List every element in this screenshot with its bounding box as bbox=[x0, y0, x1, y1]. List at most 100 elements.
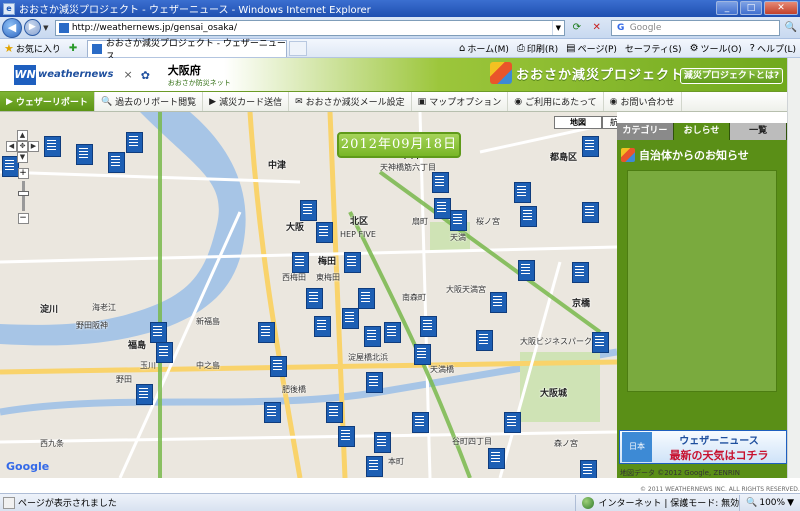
zoom-out-button[interactable]: − bbox=[17, 213, 29, 224]
report-marker[interactable] bbox=[366, 456, 383, 477]
report-marker[interactable] bbox=[108, 152, 125, 173]
url-dropdown-icon[interactable]: ▼ bbox=[551, 20, 564, 35]
nav-mail-settings[interactable]: ✉ おおさか減災メール設定 bbox=[289, 92, 412, 111]
refresh-icon[interactable]: ⟳ bbox=[569, 20, 585, 36]
nav-past-reports[interactable]: 🔍 過去のリポート閲覧 bbox=[95, 92, 204, 111]
report-marker[interactable] bbox=[44, 136, 61, 157]
history-dropdown-icon[interactable]: ▼ bbox=[41, 24, 51, 32]
report-marker[interactable] bbox=[258, 322, 275, 343]
pan-up-icon[interactable]: ▲ bbox=[17, 130, 28, 141]
map-label-tenma: 天満 bbox=[450, 233, 466, 242]
report-marker[interactable] bbox=[504, 412, 521, 433]
report-marker[interactable] bbox=[488, 448, 505, 469]
map-type-satellite[interactable]: 航空写真 bbox=[602, 116, 617, 129]
zoom-level[interactable]: 🔍 100% ▼ bbox=[739, 494, 800, 511]
search-icon[interactable]: 🔍 bbox=[782, 20, 800, 36]
print-button[interactable]: ⎙ 印刷(R) bbox=[517, 42, 558, 55]
tab-list[interactable]: 一覧 bbox=[730, 123, 788, 140]
page-icon: ▤ bbox=[566, 42, 576, 54]
report-marker[interactable] bbox=[300, 200, 317, 221]
nav-terms[interactable]: ◉ ご利用にあたって bbox=[508, 92, 604, 111]
weathernews-logo[interactable]: WN weathernews bbox=[14, 64, 113, 85]
report-marker[interactable] bbox=[412, 412, 429, 433]
report-marker[interactable] bbox=[314, 316, 331, 337]
home-button[interactable]: ⌂ ホーム(M) bbox=[459, 42, 509, 55]
report-marker[interactable] bbox=[420, 316, 437, 337]
pan-right-icon[interactable]: ▶ bbox=[28, 141, 39, 152]
security-zone[interactable]: インターネット | 保護モード: 無効 bbox=[575, 494, 739, 511]
tab-category[interactable]: カテゴリー bbox=[617, 123, 674, 140]
google-logo[interactable]: Google bbox=[6, 460, 49, 473]
report-marker[interactable] bbox=[264, 402, 281, 423]
report-marker[interactable] bbox=[592, 332, 609, 353]
browser-tab[interactable]: おおさか減災プロジェクト - ウェザーニュース bbox=[87, 39, 288, 62]
report-marker[interactable] bbox=[270, 356, 287, 377]
report-marker[interactable] bbox=[358, 288, 375, 309]
favorites-button[interactable]: お気に入り bbox=[16, 42, 61, 55]
report-marker[interactable] bbox=[572, 262, 589, 283]
maximize-button[interactable]: □ bbox=[740, 1, 762, 15]
pan-center-icon[interactable]: ✥ bbox=[17, 141, 28, 152]
report-marker[interactable] bbox=[374, 432, 391, 453]
report-marker[interactable] bbox=[450, 210, 467, 231]
favorites-star-icon[interactable]: ★ bbox=[4, 42, 14, 55]
report-marker[interactable] bbox=[476, 330, 493, 351]
tools-menu[interactable]: ⚙ ツール(O) bbox=[690, 42, 742, 55]
chevron-down-icon: ▼ bbox=[787, 497, 794, 508]
report-marker[interactable] bbox=[490, 292, 507, 313]
report-marker[interactable] bbox=[580, 460, 597, 478]
report-marker[interactable] bbox=[156, 342, 173, 363]
safety-menu[interactable]: セーフティ(S) bbox=[625, 42, 682, 55]
pan-left-icon[interactable]: ◀ bbox=[6, 141, 17, 152]
pan-down-icon[interactable]: ▼ bbox=[17, 152, 28, 163]
report-marker[interactable] bbox=[366, 372, 383, 393]
report-marker[interactable] bbox=[150, 322, 167, 343]
report-marker[interactable] bbox=[518, 260, 535, 281]
report-marker[interactable] bbox=[414, 344, 431, 365]
url-field[interactable]: http://weathernews.jp/gensai_osaka/ ▼ bbox=[54, 19, 565, 36]
report-marker[interactable] bbox=[582, 202, 599, 223]
project-about-button[interactable]: 減災プロジェクトとは? bbox=[680, 68, 783, 84]
report-marker[interactable] bbox=[306, 288, 323, 309]
report-marker[interactable] bbox=[582, 136, 599, 157]
help-menu[interactable]: ? ヘルプ(L) bbox=[750, 42, 796, 55]
report-marker[interactable] bbox=[434, 198, 451, 219]
report-marker[interactable] bbox=[316, 222, 333, 243]
nav-map-options[interactable]: ▣ マップオプション bbox=[412, 92, 509, 111]
forward-button[interactable]: ▶ bbox=[23, 19, 41, 36]
report-marker[interactable] bbox=[136, 384, 153, 405]
report-marker[interactable] bbox=[432, 172, 449, 193]
report-marker[interactable] bbox=[338, 426, 355, 447]
report-marker[interactable] bbox=[326, 402, 343, 423]
tab-notices[interactable]: おしらせ bbox=[673, 123, 731, 140]
search-input[interactable]: G Google bbox=[610, 19, 781, 36]
report-marker[interactable] bbox=[364, 326, 381, 347]
zoom-in-button[interactable]: + bbox=[17, 168, 29, 179]
map-type-map[interactable]: 地図 bbox=[554, 116, 602, 129]
nav-send-card[interactable]: ▶ 減災カード送信 bbox=[203, 92, 290, 111]
nav-weather-report[interactable]: ▶ ウェザーリポート bbox=[0, 92, 95, 111]
nav-contact[interactable]: ◉ お問い合わせ bbox=[604, 92, 682, 111]
zoom-slider-thumb[interactable] bbox=[17, 191, 29, 196]
new-tab-button[interactable] bbox=[289, 40, 308, 56]
report-marker[interactable] bbox=[126, 132, 143, 153]
stop-icon[interactable]: ✕ bbox=[589, 20, 605, 36]
minimize-button[interactable]: _ bbox=[716, 1, 738, 15]
osaka-logo[interactable]: 大阪府 おおさか防災ネット bbox=[168, 62, 231, 88]
report-marker[interactable] bbox=[514, 182, 531, 203]
report-marker[interactable] bbox=[384, 322, 401, 343]
zoom-slider[interactable] bbox=[17, 181, 29, 211]
report-marker[interactable] bbox=[520, 206, 537, 227]
site-favicon bbox=[58, 22, 69, 33]
report-marker[interactable] bbox=[344, 252, 361, 273]
weathernews-banner[interactable]: 日本 ウェザーニュース 最新の天気はコチラ bbox=[619, 430, 787, 464]
report-map[interactable]: 中津 梅田 北区 天満 扇町 南森町 大阪天満宮 中之島 淀屋橋 北浜 天満橋 … bbox=[0, 112, 617, 478]
page-scrollbar[interactable] bbox=[787, 58, 800, 478]
report-marker[interactable] bbox=[292, 252, 309, 273]
close-button[interactable]: ✕ bbox=[764, 1, 798, 15]
back-button[interactable]: ◀ bbox=[2, 17, 22, 38]
page-menu[interactable]: ▤ ページ(P) bbox=[566, 42, 617, 55]
report-marker[interactable] bbox=[342, 308, 359, 329]
add-favorite-icon[interactable]: ✚ bbox=[69, 43, 77, 54]
report-marker[interactable] bbox=[76, 144, 93, 165]
